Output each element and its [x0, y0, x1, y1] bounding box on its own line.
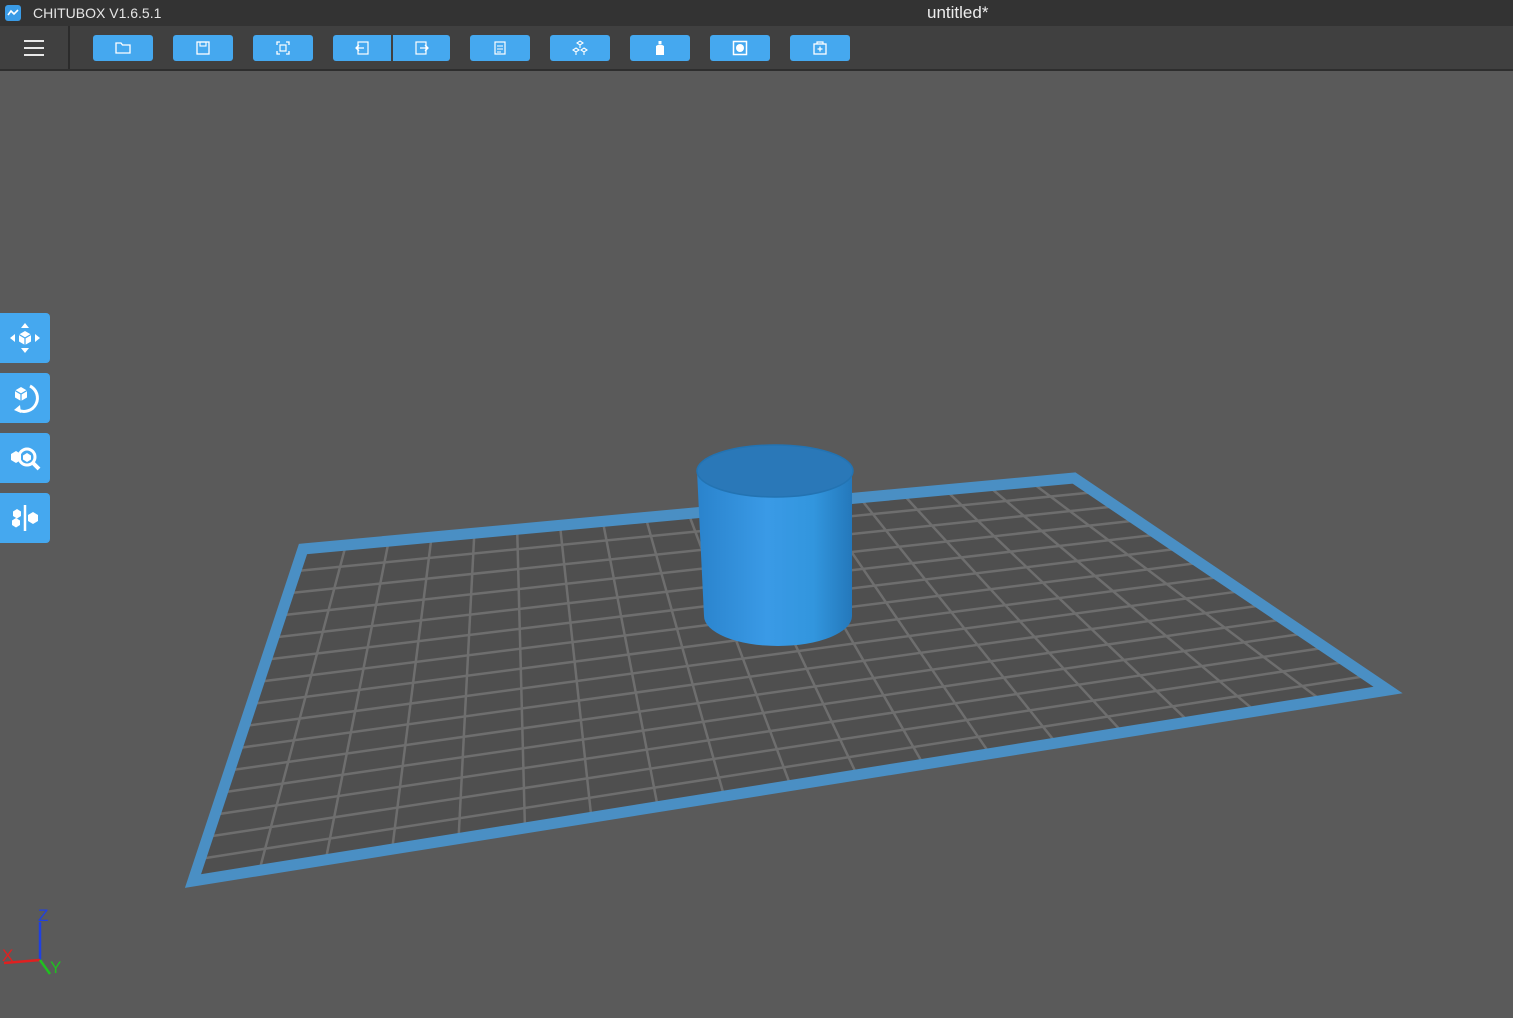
undo-button[interactable] — [333, 35, 391, 61]
add-box-icon — [813, 41, 827, 55]
hollow-square-icon — [732, 40, 748, 56]
cylinder-model[interactable] — [696, 444, 854, 646]
3d-viewport[interactable] — [0, 71, 1513, 1013]
hollow-button[interactable] — [710, 35, 770, 61]
mirror-cubes-icon — [12, 505, 38, 531]
document-title: untitled* — [927, 3, 989, 22]
add-plate-button[interactable] — [790, 35, 850, 61]
y-axis-label: Y — [50, 958, 62, 977]
supports-button[interactable] — [630, 35, 690, 61]
hamburger-menu-icon — [24, 40, 44, 42]
title-bar: CHITUBOX V1.6.5.1 untitled* — [0, 0, 1513, 26]
app-name: CHITUBOX V1.6.5.1 — [33, 5, 162, 21]
move-arrows-cube-icon — [10, 323, 40, 353]
save-button[interactable] — [173, 35, 233, 61]
open-file-button[interactable] — [93, 35, 153, 61]
slice-list-button[interactable] — [470, 35, 530, 61]
document-list-icon — [494, 41, 506, 55]
open-folder-icon — [115, 42, 131, 54]
hamburger-menu-icon — [24, 54, 44, 56]
snapshot-button[interactable] — [253, 35, 313, 61]
rotate-cube-icon — [14, 384, 39, 413]
scale-magnify-cube-icon — [11, 447, 41, 471]
main-toolbar — [0, 26, 1513, 71]
window-edge — [1491, 0, 1513, 26]
rotate-tool[interactable] — [0, 373, 50, 423]
redo-arrow-icon — [414, 41, 429, 55]
x-axis-label: X — [2, 946, 14, 965]
hamburger-menu-icon — [24, 47, 44, 49]
auto-layout-button[interactable] — [550, 35, 610, 61]
move-tool[interactable] — [0, 313, 50, 363]
undo-arrow-icon — [355, 41, 369, 55]
save-icon — [196, 41, 210, 55]
redo-button[interactable] — [393, 35, 450, 61]
capture-icon — [276, 41, 290, 55]
scene-canvas[interactable] — [0, 71, 1513, 1013]
support-bottle-icon — [656, 41, 664, 55]
scale-tool[interactable] — [0, 433, 50, 483]
hamburger-menu-button[interactable] — [0, 26, 70, 69]
mirror-tool[interactable] — [0, 493, 50, 543]
chitubox-logo-icon — [5, 5, 21, 21]
z-axis-label: Z — [38, 906, 49, 925]
cubes-layout-icon — [572, 40, 588, 55]
